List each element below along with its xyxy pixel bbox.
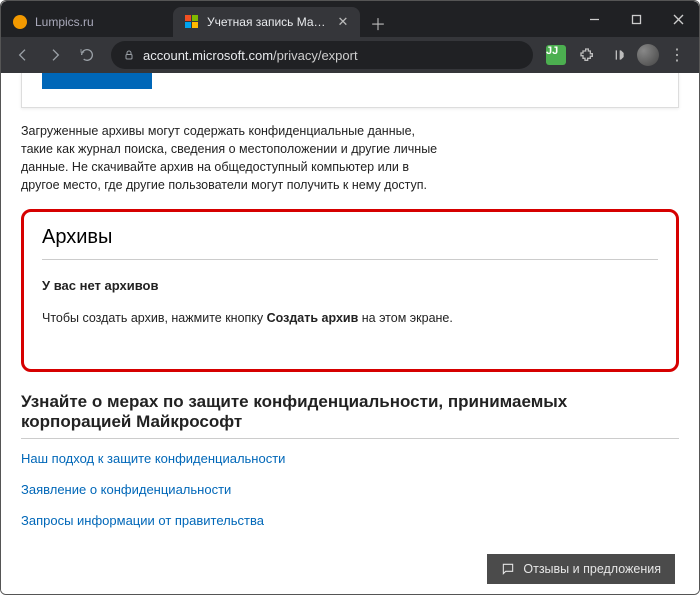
extension-green[interactable]: JJ [543, 42, 569, 68]
new-tab-button[interactable]: ＋ [364, 9, 392, 37]
page-viewport: Загруженные архивы могут содержать конфи… [1, 73, 699, 594]
tab-ms-account[interactable]: Учетная запись Майкрософт | К ✕ [173, 7, 360, 37]
favicon-microsoft [185, 15, 199, 29]
lock-icon [123, 49, 135, 61]
forward-button[interactable] [41, 41, 69, 69]
profile-avatar[interactable] [637, 44, 659, 66]
toolbar: account.microsoft.com/privacy/export JJ … [1, 37, 699, 73]
archives-section-highlighted: Архивы У вас нет архивов Чтобы создать а… [21, 209, 679, 372]
learn-heading: Узнайте о мерах по защите конфиденциальн… [21, 392, 679, 432]
create-archive-button[interactable] [42, 73, 152, 89]
feedback-button[interactable]: Отзывы и предложения [487, 554, 675, 584]
archives-empty-title: У вас нет архивов [42, 278, 658, 293]
divider [21, 438, 679, 439]
maximize-button[interactable] [615, 1, 657, 37]
reload-button[interactable] [73, 41, 101, 69]
link-privacy-statement[interactable]: Заявление о конфиденциальности [21, 482, 679, 497]
media-control-icon[interactable] [605, 41, 633, 69]
close-tab-icon[interactable]: ✕ [336, 15, 350, 29]
back-button[interactable] [9, 41, 37, 69]
browser-window: Lumpics.ru Учетная запись Майкрософт | К… [0, 0, 700, 595]
divider [42, 259, 658, 260]
titlebar: Lumpics.ru Учетная запись Майкрософт | К… [1, 1, 699, 37]
archives-empty-desc: Чтобы создать архив, нажмите кнопку Созд… [42, 311, 658, 325]
tab-title: Lumpics.ru [35, 15, 163, 29]
tab-title: Учетная запись Майкрософт | К [207, 15, 328, 29]
address-bar[interactable]: account.microsoft.com/privacy/export [111, 41, 533, 69]
window-controls [573, 1, 699, 37]
favicon-lumpics [13, 15, 27, 29]
tab-lumpics[interactable]: Lumpics.ru [1, 7, 173, 37]
link-gov-requests[interactable]: Запросы информации от правительства [21, 513, 679, 528]
close-window-button[interactable] [657, 1, 699, 37]
chat-icon [501, 562, 515, 576]
extensions-icon[interactable] [573, 41, 601, 69]
top-card [21, 73, 679, 108]
page-content: Загруженные архивы могут содержать конфи… [1, 73, 699, 584]
link-privacy-approach[interactable]: Наш подход к защите конфиденциальности [21, 451, 679, 466]
archives-heading: Архивы [42, 226, 658, 249]
url-text: account.microsoft.com/privacy/export [143, 48, 358, 63]
warning-text: Загруженные архивы могут содержать конфи… [21, 122, 441, 195]
menu-button[interactable]: ⋮ [663, 41, 691, 69]
minimize-button[interactable] [573, 1, 615, 37]
